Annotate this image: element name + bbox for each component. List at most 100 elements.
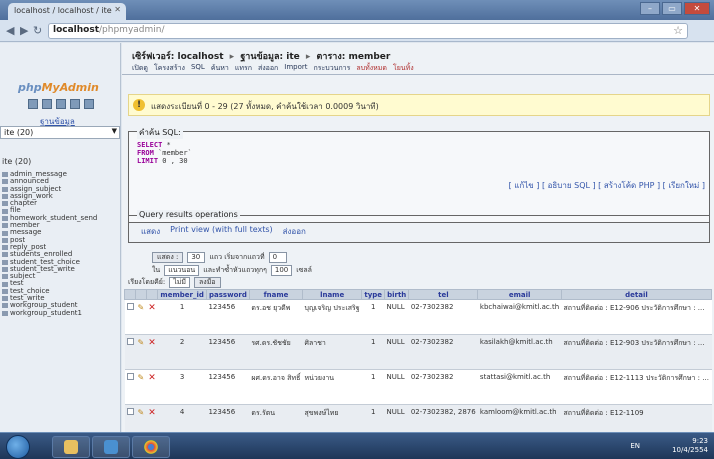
cell-email: kasilakh@kmitl.ac.th — [477, 334, 562, 370]
start-row-input[interactable]: 0 — [268, 252, 287, 263]
table-browse-icon[interactable] — [2, 215, 8, 221]
qro-link[interactable]: ส่งออก — [283, 225, 306, 238]
start-button[interactable] — [6, 435, 30, 459]
table-browse-icon[interactable] — [2, 274, 8, 280]
table-browse-icon[interactable] — [2, 230, 8, 236]
tab-item[interactable]: กระบวนการ — [314, 63, 351, 74]
column-header[interactable]: detail — [560, 289, 713, 300]
table-browse-icon[interactable] — [2, 208, 8, 214]
column-header[interactable]: tel — [408, 289, 479, 300]
qro-link[interactable]: แสดง — [141, 225, 160, 238]
row-checkbox[interactable] — [126, 303, 134, 310]
back-icon[interactable]: ◀ — [6, 24, 14, 37]
column-header[interactable]: birth — [384, 289, 410, 300]
taskbar-app[interactable] — [92, 436, 130, 458]
clock[interactable]: 9:23 10/4/2554 — [672, 437, 708, 455]
tab-item[interactable]: SQL — [191, 63, 205, 74]
home-icon[interactable] — [28, 99, 38, 109]
current-database-link[interactable]: ite (20) — [2, 157, 31, 166]
row-checkbox[interactable] — [126, 408, 134, 415]
tab-close-icon[interactable]: ✕ — [114, 5, 121, 14]
qro-link[interactable]: Print view (with full texts) — [170, 225, 273, 238]
column-header[interactable] — [135, 289, 147, 300]
help-icon[interactable] — [70, 99, 80, 109]
tab-item[interactable]: เปิดดู — [132, 63, 148, 74]
repeat-input[interactable]: 100 — [270, 265, 293, 276]
table-browse-icon[interactable] — [2, 252, 8, 258]
table-browse-icon[interactable] — [2, 179, 8, 185]
browser-tab[interactable]: localhost / localhost / ite ✕ — [8, 3, 126, 20]
table-browse-icon[interactable] — [2, 245, 8, 251]
table-browse-icon[interactable] — [2, 194, 8, 200]
close-window-icon[interactable]: ✕ — [684, 2, 710, 15]
bookmark-star-icon[interactable]: ☆ — [673, 24, 683, 37]
table-browse-icon[interactable] — [2, 296, 8, 302]
column-header[interactable]: type — [361, 289, 386, 300]
tab-item[interactable]: โครงสร้าง — [154, 63, 185, 74]
table-browse-icon[interactable] — [2, 259, 8, 265]
delete-x-icon[interactable]: ✕ — [148, 373, 156, 383]
sql-line: LIMIT 0 , 30 — [137, 157, 192, 165]
edit-pencil-icon[interactable]: ✎ — [138, 303, 145, 312]
forward-icon[interactable]: ▶ — [20, 24, 28, 37]
docs-icon[interactable] — [56, 99, 66, 109]
table-browse-icon[interactable] — [2, 237, 8, 243]
edit-pencil-icon[interactable]: ✎ — [138, 373, 145, 382]
table-browse-icon[interactable] — [2, 281, 8, 287]
table-browse-icon[interactable] — [2, 172, 8, 178]
column-header[interactable]: email — [477, 289, 562, 300]
breadcrumb-server[interactable]: เซิร์ฟเวอร์: localhost — [132, 52, 224, 62]
minimize-icon[interactable]: – — [640, 2, 660, 15]
sql-action-links[interactable]: [ แก้ไข ] [ อธิบาย SQL ] [ สร้างโค้ด PHP… — [509, 179, 705, 192]
cell-member-id: 2 — [157, 334, 207, 370]
cell-birth: NULL — [384, 334, 409, 370]
mode-select[interactable]: แนวนอน — [164, 265, 200, 276]
address-bar[interactable]: localhost/phpmyadmin/ ☆ — [48, 23, 688, 39]
maximize-icon[interactable]: ▭ — [662, 2, 682, 15]
column-header[interactable] — [123, 289, 137, 300]
column-header[interactable]: lname — [302, 289, 363, 300]
row-checkbox[interactable] — [126, 338, 134, 345]
taskbar-explorer[interactable] — [52, 436, 90, 458]
column-header[interactable]: password — [205, 289, 250, 300]
table-browse-icon[interactable] — [2, 223, 8, 229]
delete-x-icon[interactable]: ✕ — [148, 338, 156, 348]
left-icon-bar — [28, 99, 94, 109]
table-list-item[interactable]: workgroup_student1 — [2, 309, 120, 317]
go-button[interactable]: ลงมือ — [193, 277, 221, 288]
table-browse-icon[interactable] — [2, 288, 8, 294]
cell-type: 1 — [361, 334, 385, 370]
sql-query-icon[interactable] — [42, 99, 52, 109]
tab-item[interactable]: แทรก — [235, 63, 252, 74]
table-browse-icon[interactable] — [2, 201, 8, 207]
tab-item[interactable]: Import — [284, 63, 307, 74]
reload-nav-icon[interactable] — [84, 99, 94, 109]
table-browse-icon[interactable] — [2, 267, 8, 272]
delete-x-icon[interactable]: ✕ — [148, 303, 156, 313]
table-browse-icon[interactable] — [2, 186, 8, 192]
edit-pencil-icon[interactable]: ✎ — [138, 408, 145, 417]
table-browse-icon[interactable] — [2, 310, 8, 316]
table-browse-icon[interactable] — [2, 303, 8, 309]
row-checkbox[interactable] — [126, 373, 134, 380]
tab-item[interactable]: ส่งออก — [258, 63, 278, 74]
show-count-input[interactable]: 30 — [187, 252, 206, 263]
edit-pencil-icon[interactable]: ✎ — [138, 338, 145, 347]
breadcrumb-database[interactable]: ฐานข้อมูล: ite — [240, 52, 299, 62]
reload-icon[interactable]: ↻ — [33, 24, 42, 37]
column-header[interactable]: member_id — [157, 289, 207, 300]
database-select[interactable]: ite (20) ▼ — [0, 126, 120, 139]
tab-item[interactable]: โยนทิ้ง — [393, 63, 414, 74]
taskbar-chrome[interactable] — [132, 436, 170, 458]
browser-toolbar: ◀ ▶ ↻ localhost/phpmyadmin/ ☆ — [0, 20, 714, 42]
tab-item[interactable]: ลบทั้งหมด — [356, 63, 387, 74]
breadcrumb-table[interactable]: ตาราง: member — [317, 52, 391, 62]
language-indicator[interactable]: EN — [630, 442, 640, 450]
column-header[interactable]: fname — [248, 289, 304, 300]
column-header[interactable] — [145, 289, 159, 300]
tab-item[interactable]: ค้นหา — [211, 63, 229, 74]
phpmyadmin-logo[interactable]: phpMyAdmin — [18, 81, 99, 94]
show-button[interactable]: แสดง : — [152, 252, 184, 263]
delete-x-icon[interactable]: ✕ — [148, 408, 156, 418]
sort-key-select[interactable]: ไม่มี — [169, 277, 190, 288]
